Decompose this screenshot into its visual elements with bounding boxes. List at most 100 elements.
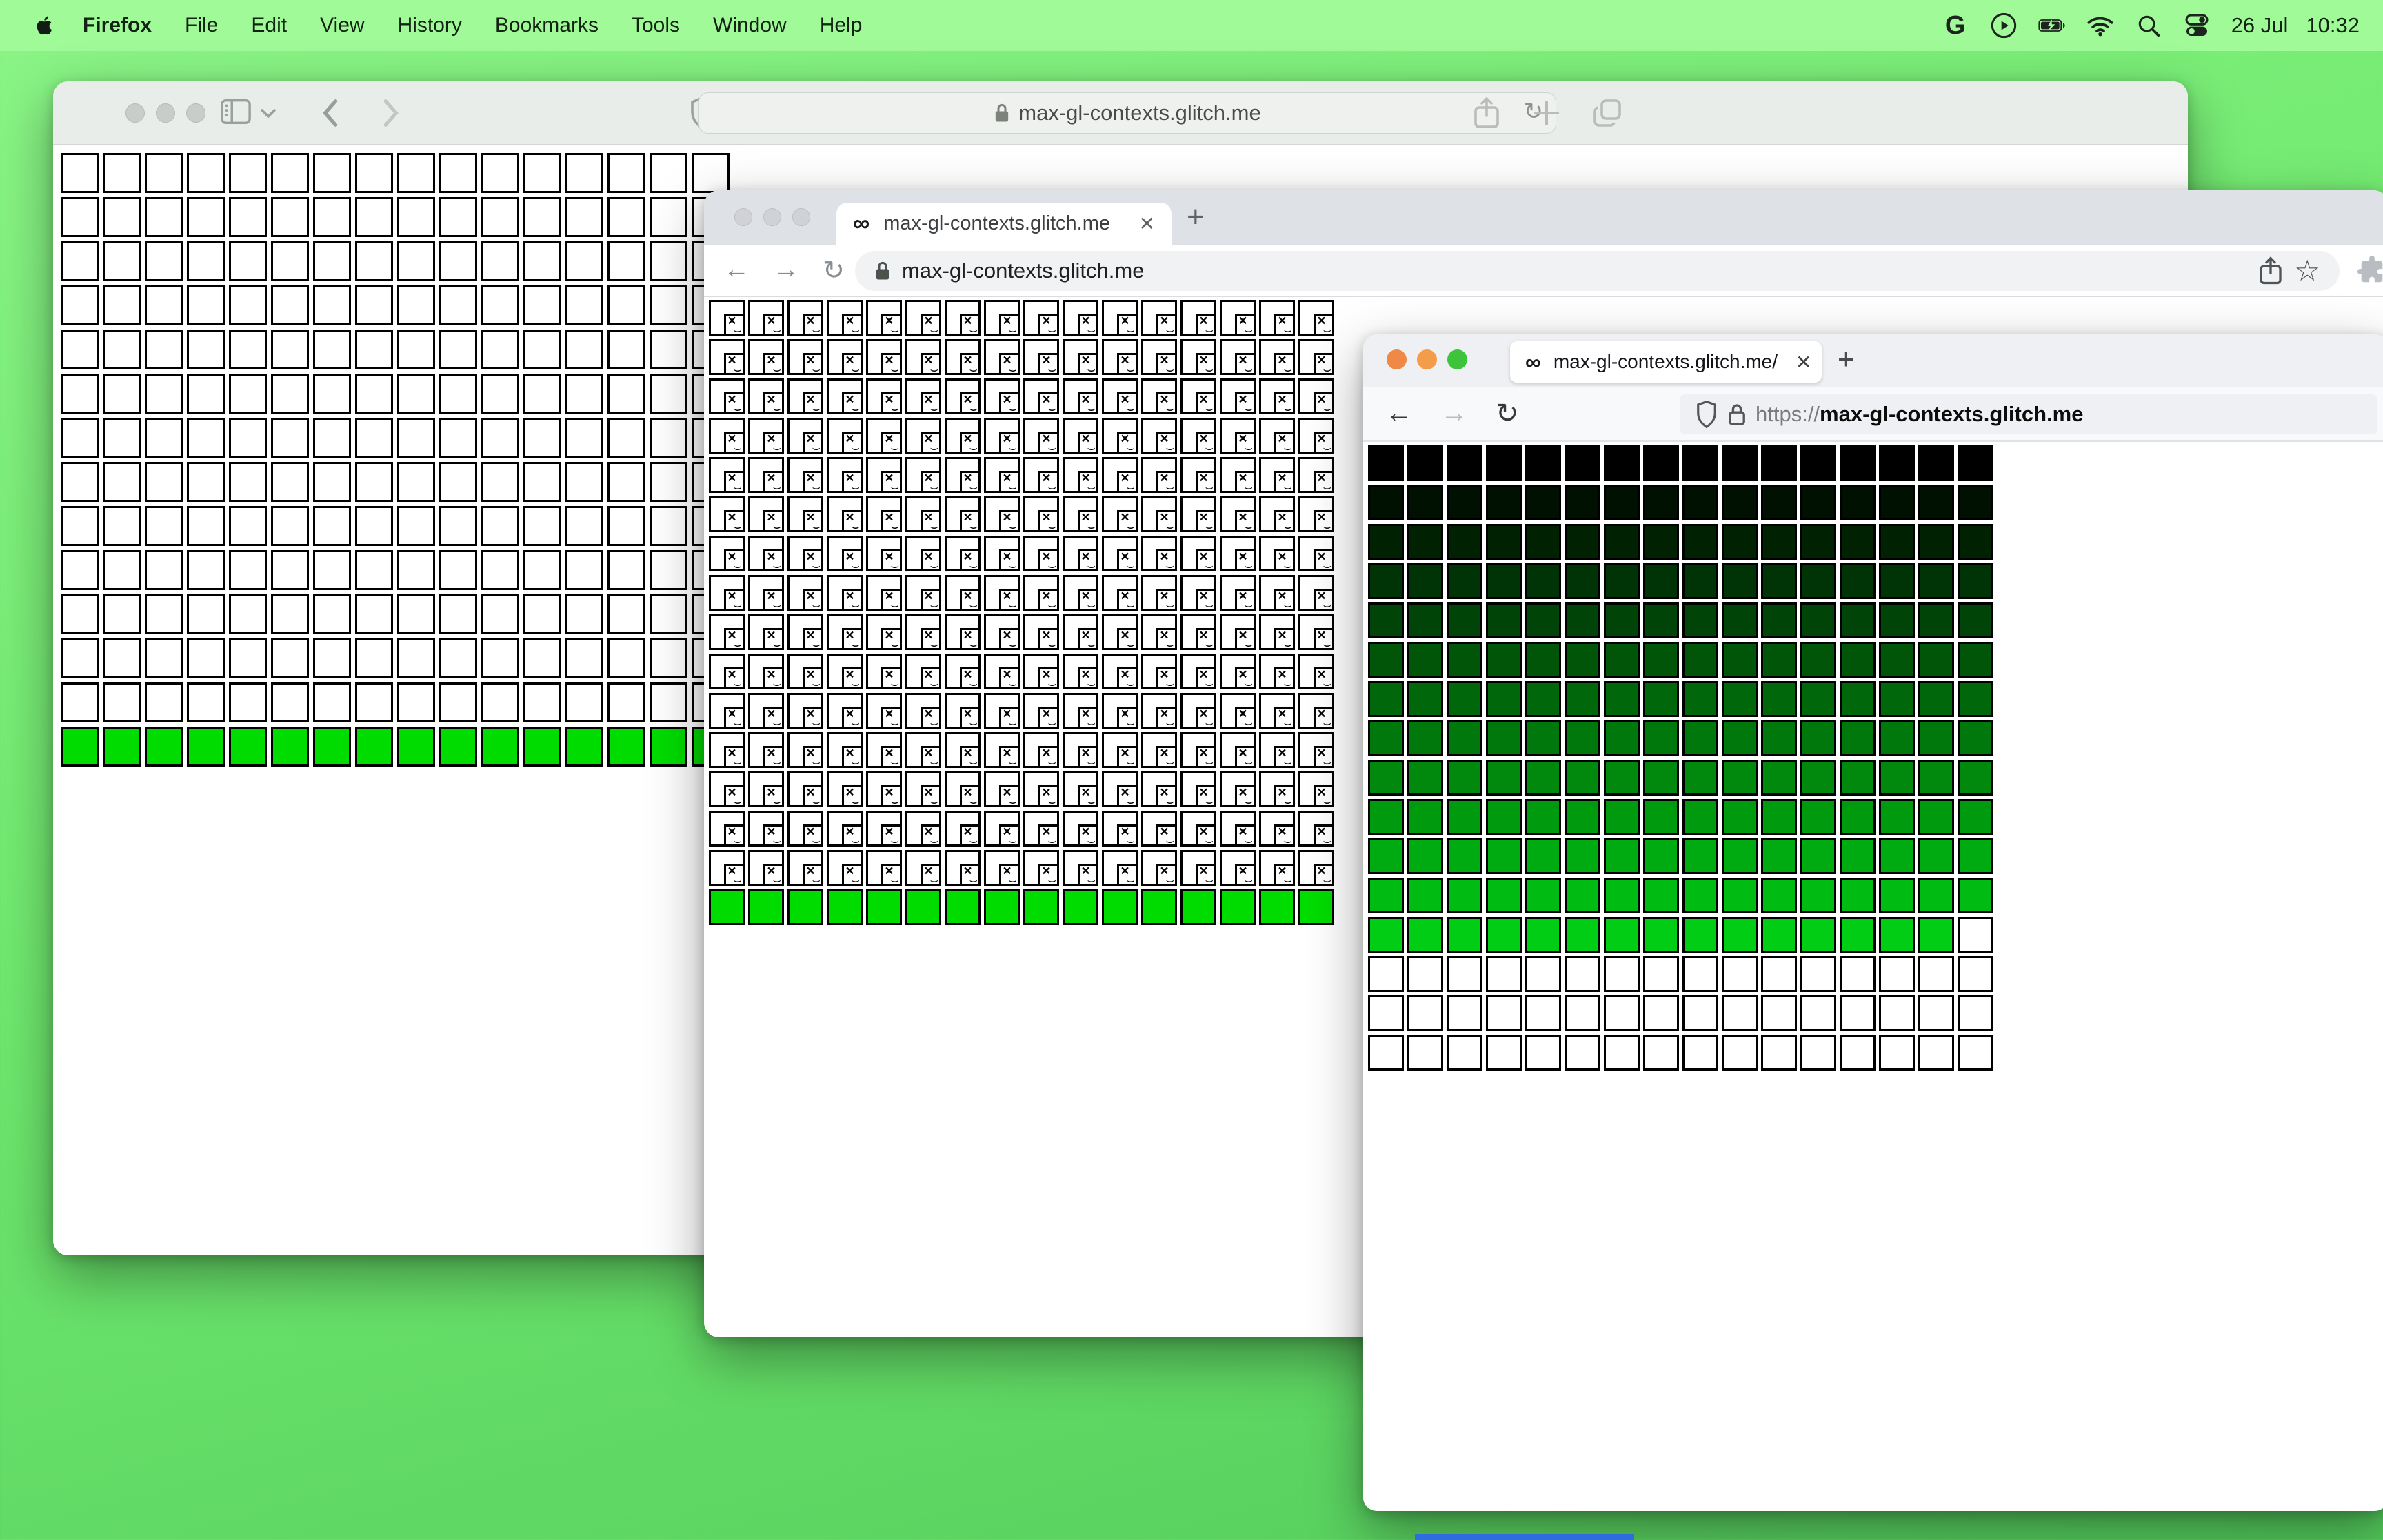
reload-icon[interactable]: ↻	[823, 255, 845, 286]
gl-context-cell	[1259, 889, 1295, 925]
back-icon[interactable]: ←	[723, 255, 750, 286]
zoom-button[interactable]	[792, 208, 810, 226]
gl-context-cell	[1682, 760, 1718, 796]
broken-image-icon: × ⌣	[1235, 314, 1254, 337]
gl-context-cell	[1565, 681, 1600, 717]
minimize-button[interactable]	[763, 208, 781, 226]
broken-image-icon: × ⌣	[881, 864, 900, 887]
extensions-puzzle-icon[interactable]	[2356, 254, 2383, 286]
tab-overview-icon[interactable]	[1592, 97, 1624, 130]
forward-icon[interactable]: →	[773, 255, 799, 286]
menu-item-window[interactable]: Window	[696, 14, 803, 37]
bookmark-star-icon[interactable]: ☆	[2294, 256, 2320, 285]
gl-context-cell: × ⌣	[827, 614, 863, 651]
chrome-active-tab[interactable]: ∞ max-gl-contexts.glitch.me ✕	[836, 203, 1172, 245]
apple-menu-icon[interactable]	[32, 11, 57, 40]
gl-context-cell	[1800, 524, 1836, 560]
broken-image-icon: × ⌣	[803, 824, 821, 848]
close-tab-icon[interactable]: ✕	[1139, 212, 1155, 235]
spotlight-search-icon[interactable]	[2135, 12, 2162, 39]
close-button[interactable]	[1387, 349, 1407, 369]
gl-context-cell: × ⌣	[945, 496, 981, 534]
gl-context-cell	[1565, 878, 1600, 913]
back-icon[interactable]: ←	[1385, 398, 1413, 429]
zoom-button[interactable]	[1447, 349, 1467, 369]
gl-context-cell: × ⌣	[1298, 378, 1334, 416]
gl-context-cell	[1682, 445, 1718, 481]
broken-image-icon: × ⌣	[1274, 707, 1293, 731]
wifi-icon[interactable]	[2087, 12, 2114, 39]
gl-context-cell: × ⌣	[1063, 850, 1098, 887]
gl-context-cell: × ⌣	[1063, 378, 1098, 416]
gl-context-cell	[1486, 524, 1522, 560]
gl-context-cell	[1879, 917, 1915, 953]
gl-context-cell: × ⌣	[1220, 378, 1256, 416]
sidebar-icon[interactable]	[220, 98, 252, 125]
gl-context-cell	[313, 727, 351, 767]
chrome-address-bar[interactable]: max-gl-contexts.glitch.me ☆	[855, 251, 2340, 291]
gl-context-cell: × ⌣	[866, 811, 902, 848]
zoom-button[interactable]	[186, 103, 205, 123]
menu-item-history[interactable]: History	[381, 14, 479, 37]
broken-image-wave: ⌣	[1283, 716, 1292, 731]
gl-context-cell	[1800, 720, 1836, 756]
menu-item-edit[interactable]: Edit	[234, 14, 303, 37]
gl-context-cell	[1840, 917, 1876, 953]
menu-item-firefox[interactable]: Firefox	[66, 14, 168, 37]
menu-bar-clock[interactable]: 26 Jul 10:32	[2231, 13, 2360, 38]
gl-context-cell: × ⌣	[1102, 457, 1138, 494]
firefox-active-tab[interactable]: ∞ max-gl-contexts.glitch.me/ ✕	[1510, 341, 1822, 383]
control-center-icon[interactable]	[2183, 12, 2211, 39]
share-icon[interactable]	[2258, 256, 2283, 285]
broken-image-icon: × ⌣	[960, 746, 978, 769]
chevron-down-icon[interactable]	[260, 108, 276, 120]
gl-context-cell	[1407, 838, 1443, 874]
play-status-icon[interactable]	[1990, 12, 2018, 39]
menu-item-help[interactable]: Help	[803, 14, 879, 37]
gl-context-cell	[650, 285, 687, 325]
broken-image-wave: ⌣	[1047, 677, 1056, 691]
menu-item-view[interactable]: View	[303, 14, 381, 37]
menu-item-bookmarks[interactable]: Bookmarks	[479, 14, 615, 37]
back-icon[interactable]	[321, 98, 339, 128]
reload-icon[interactable]: ↻	[1496, 398, 1519, 429]
minimize-button[interactable]	[1417, 349, 1437, 369]
broken-image-wave: ⌣	[1244, 677, 1253, 691]
battery-charging-icon[interactable]	[2038, 12, 2066, 39]
gl-context-cell	[1643, 563, 1679, 599]
close-tab-icon[interactable]: ✕	[1790, 351, 1811, 374]
new-tab-icon[interactable]	[1531, 97, 1562, 130]
gl-context-cell	[1800, 917, 1836, 953]
menu-item-tools[interactable]: Tools	[615, 14, 696, 37]
new-tab-button[interactable]: +	[1838, 343, 1855, 376]
forward-icon[interactable]: →	[1440, 398, 1468, 429]
gl-context-cell	[439, 550, 477, 590]
close-button[interactable]	[734, 208, 752, 226]
broken-image-wave: ⌣	[812, 756, 821, 770]
new-tab-button[interactable]: +	[1187, 200, 1205, 234]
gl-context-cell	[1918, 681, 1954, 717]
gl-context-cell: × ⌣	[1180, 811, 1216, 848]
gl-context-cell: × ⌣	[945, 575, 981, 612]
minimize-button[interactable]	[156, 103, 175, 123]
forward-icon[interactable]	[383, 98, 401, 128]
safari-address-bar[interactable]: max-gl-contexts.glitch.me ↻	[698, 92, 1556, 134]
gl-context-cell	[145, 330, 183, 369]
gl-context-cell	[1958, 878, 1993, 913]
gl-context-cell	[397, 197, 435, 237]
lock-icon[interactable]	[1728, 403, 1746, 426]
broken-image-wave: ⌣	[929, 441, 938, 456]
g-status-icon[interactable]: G	[1942, 11, 1969, 40]
share-icon[interactable]	[1472, 97, 1501, 130]
gl-context-cell	[1447, 1035, 1482, 1071]
gl-context-cell: × ⌣	[1102, 771, 1138, 809]
firefox-address-bar[interactable]: https://max-gl-contexts.glitch.me	[1680, 394, 2377, 434]
broken-image-wave: ⌣	[733, 559, 742, 574]
menu-item-file[interactable]: File	[168, 14, 234, 37]
broken-image-wave: ⌣	[1323, 638, 1331, 652]
close-button[interactable]	[125, 103, 145, 123]
broken-image-wave: ⌣	[1244, 756, 1253, 770]
gl-context-cell: × ⌣	[866, 536, 902, 573]
shield-icon[interactable]	[1695, 400, 1718, 429]
gl-context-cell	[1525, 878, 1561, 913]
